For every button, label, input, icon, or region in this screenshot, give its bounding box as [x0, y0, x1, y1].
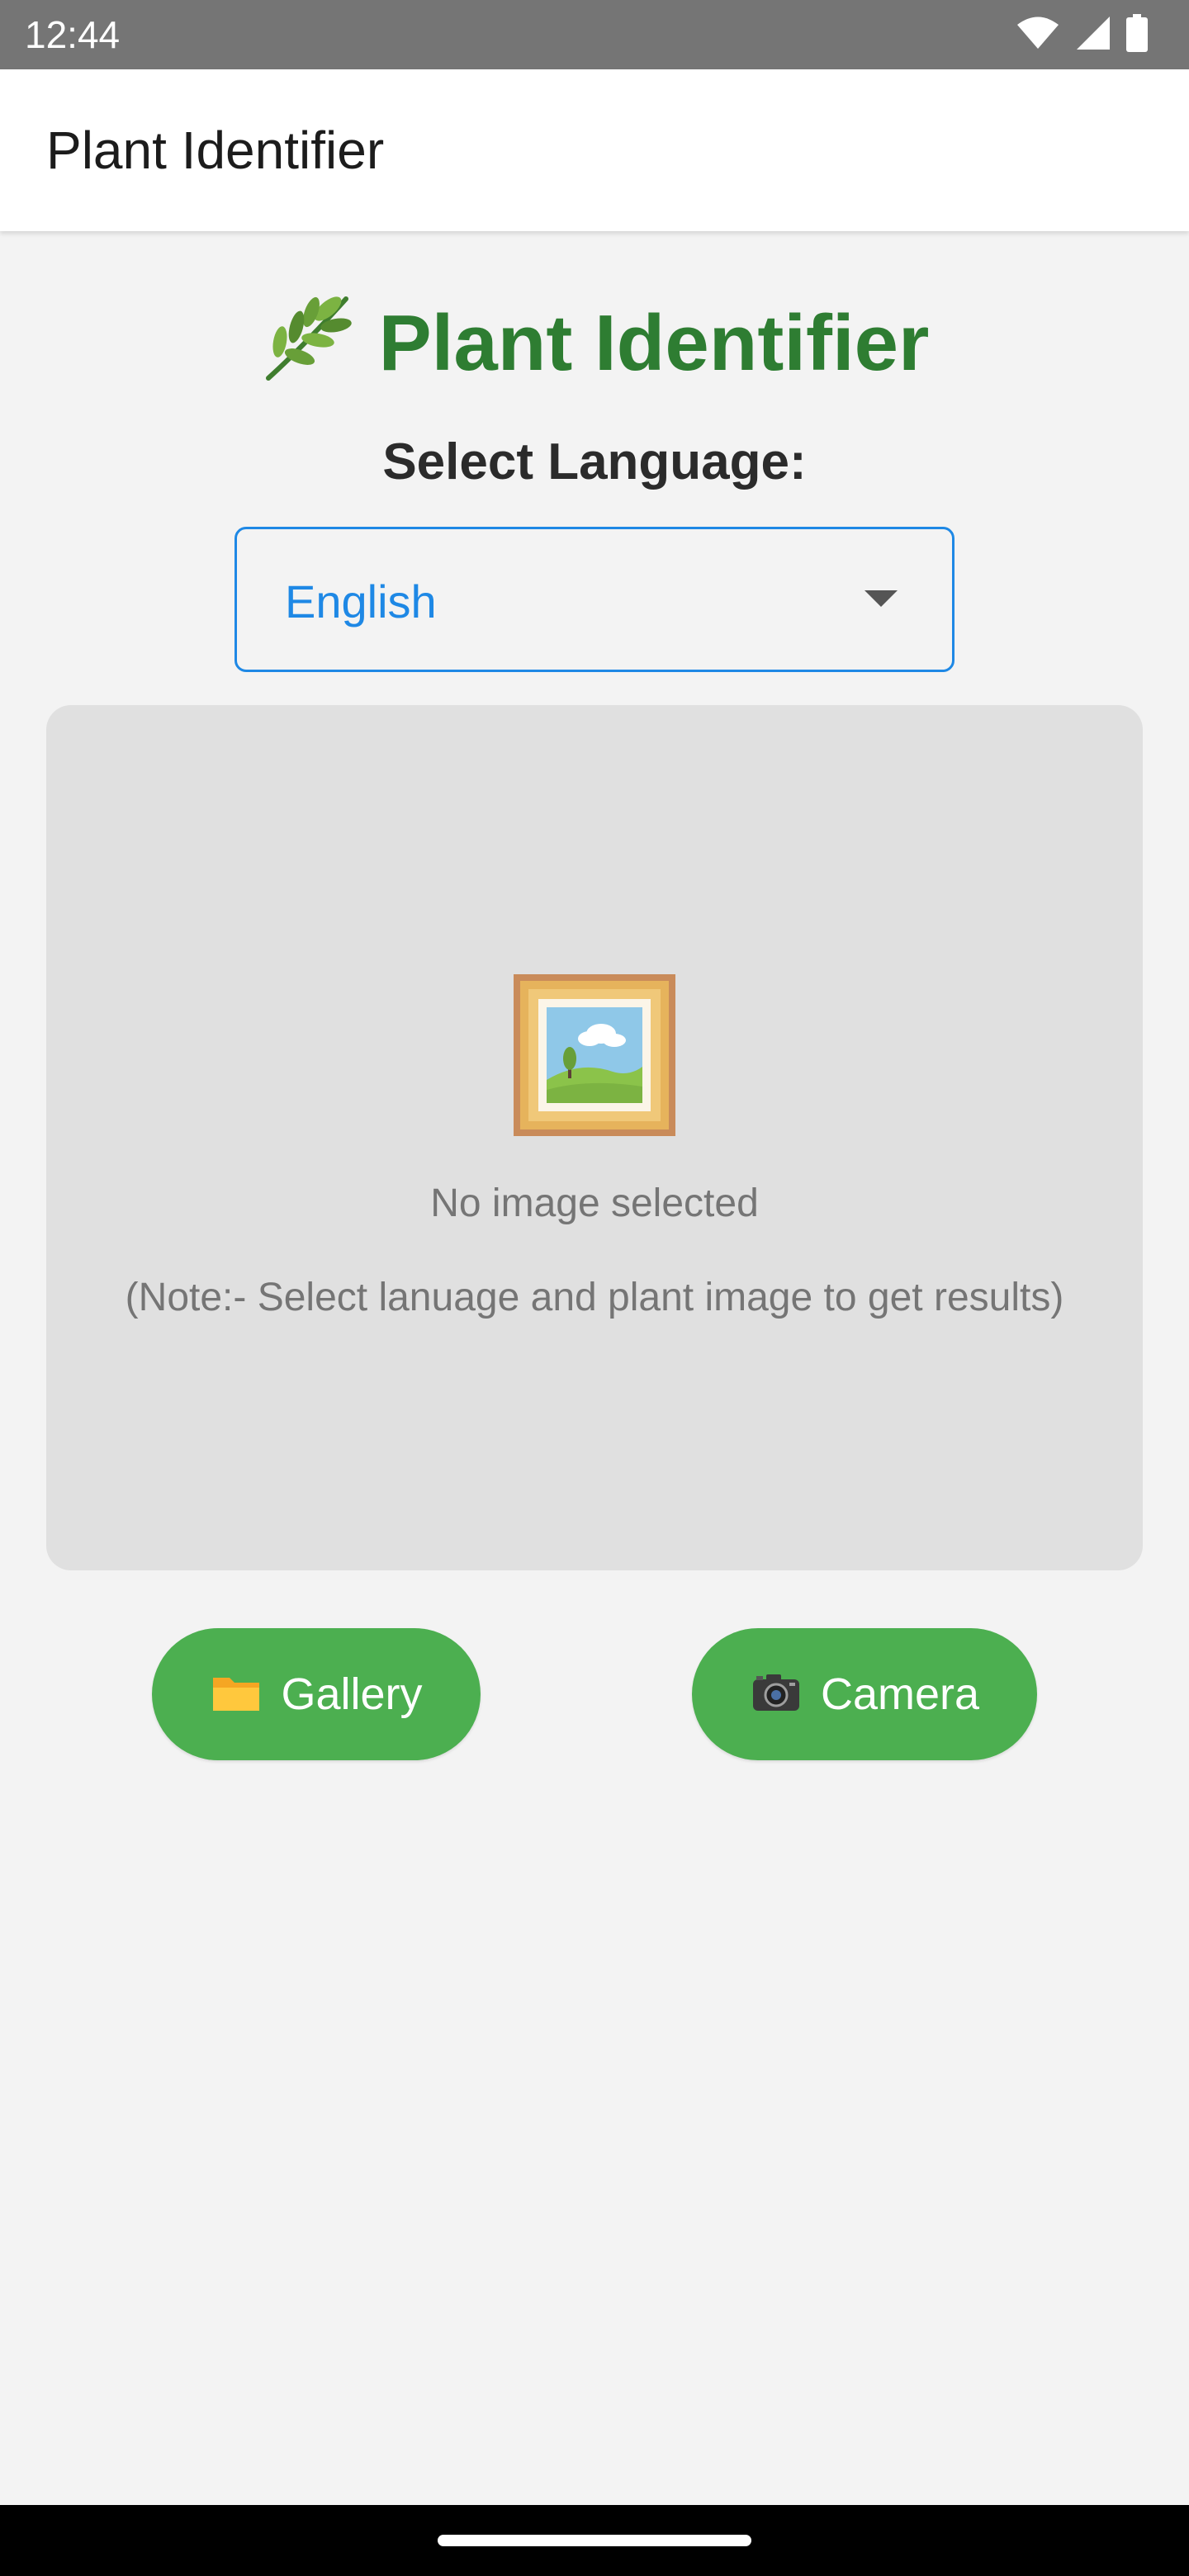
status-icons: [1016, 13, 1148, 56]
navigation-bar: [0, 2505, 1189, 2576]
language-select[interactable]: English: [234, 527, 955, 672]
folder-icon: [213, 1678, 260, 1711]
camera-button-label: Camera: [820, 1669, 980, 1719]
cellular-signal-icon: [1075, 15, 1111, 55]
no-image-text: No image selected: [430, 1181, 759, 1225]
camera-icon: [752, 1674, 799, 1711]
chevron-down-icon: [865, 590, 898, 607]
status-bar: 12:44: [0, 0, 1189, 69]
language-select-value: English: [285, 575, 437, 627]
herb-icon: [265, 296, 352, 381]
wifi-icon: [1016, 16, 1060, 54]
gallery-button-label: Gallery: [281, 1669, 423, 1719]
battery-icon: [1126, 13, 1148, 56]
framed-picture-icon: [514, 974, 675, 1136]
page-heading: Plant Identifier: [0, 291, 1189, 393]
heading-text: Plant Identifier: [378, 299, 930, 387]
instruction-note: (Note:- Select lanuage and plant image t…: [125, 1276, 1064, 1319]
app-bar-title: Plant Identifier: [46, 121, 385, 180]
image-preview-panel: No image selected (Note:- Select lanuage…: [46, 705, 1143, 1570]
status-time: 12:44: [25, 13, 121, 56]
camera-button[interactable]: Camera: [692, 1628, 1037, 1760]
home-gesture-handle[interactable]: [438, 2535, 751, 2546]
app-bar: Plant Identifier: [0, 69, 1189, 231]
gallery-button[interactable]: Gallery: [152, 1628, 481, 1760]
language-label: Select Language:: [382, 433, 807, 490]
